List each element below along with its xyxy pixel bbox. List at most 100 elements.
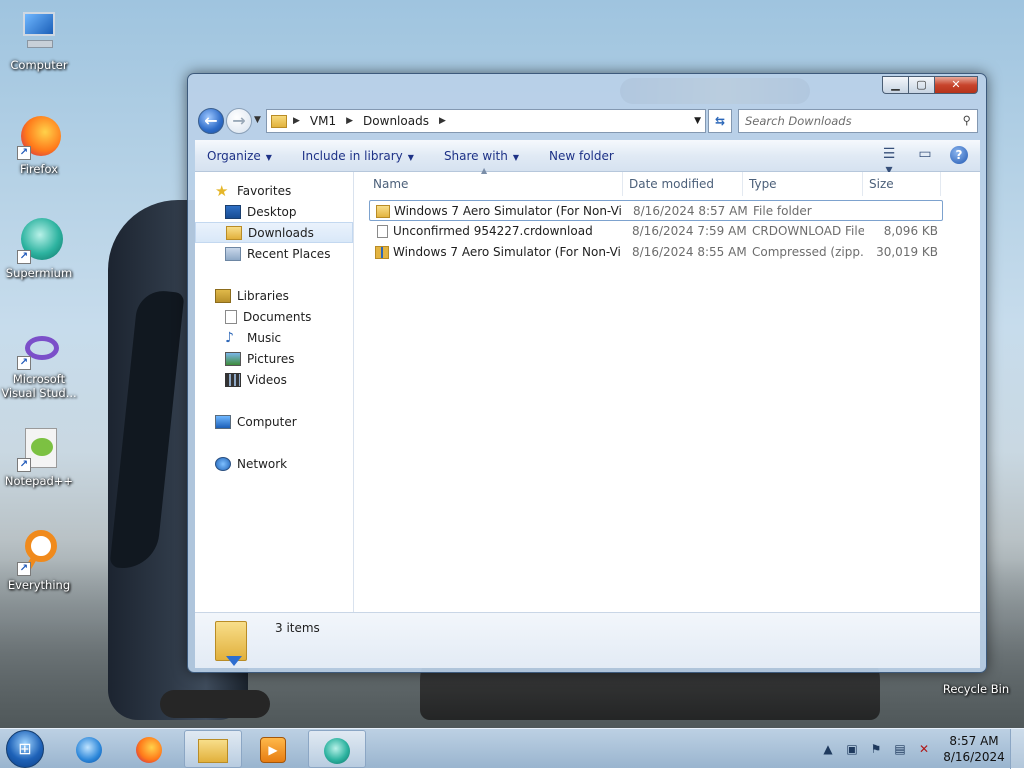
action-center-flag-icon[interactable]: ⚑ [866,742,886,756]
column-type[interactable]: Type [743,172,863,196]
folder-icon [271,114,287,128]
address-bar[interactable]: ▶ VM1 ▶ Downloads ▶ ▼ [266,109,706,133]
chevron-down-icon: ▼ [512,152,519,162]
nav-computer[interactable]: Computer [195,411,353,432]
nav-libraries[interactable]: Libraries [195,285,353,306]
taskbar-windows-explorer[interactable] [184,730,242,768]
nav-documents[interactable]: Documents [195,306,353,327]
include-in-library-label: Include in library [301,148,403,163]
nav-label: Desktop [247,204,297,219]
downloads-folder-icon [226,225,242,240]
desktop-icon-notepad-plus-plus[interactable]: ↗ Notepad++ [1,424,77,488]
breadcrumb-downloads[interactable]: Downloads [363,114,429,128]
breadcrumb-separator-icon[interactable]: ▶ [293,116,300,126]
desktop-icon-firefox[interactable]: ↗ Firefox [1,112,77,176]
computer-icon [15,8,63,56]
nav-desktop[interactable]: Desktop [195,201,353,222]
folder-icon [376,205,390,218]
close-button[interactable]: ✕ [934,76,978,94]
forward-button[interactable]: → [226,108,252,134]
chevron-down-icon: ▼ [407,152,414,162]
file-type: CRDOWNLOAD File [752,224,864,238]
address-dropdown-icon[interactable]: ▼ [694,116,701,126]
file-row[interactable]: Windows 7 Aero Simulator (For Non-Vid...… [369,200,943,221]
file-name: Unconfirmed 954227.crdownload [393,224,593,238]
clock-date: 8/16/2024 [943,750,1005,764]
file-size: 8,096 KB [883,224,938,238]
volume-muted-icon[interactable]: ✕ [914,742,934,756]
back-button[interactable]: ← [198,108,224,134]
nav-videos[interactable]: Videos [195,369,353,390]
desktop-icon-supermium[interactable]: ↗ Supermium [1,216,77,280]
nav-label: Videos [247,372,287,387]
nav-network[interactable]: Network [195,453,353,474]
file-name: Windows 7 Aero Simulator (For Non-Vid... [393,245,621,259]
show-desktop-button[interactable] [1010,729,1024,769]
chevron-down-icon: ▼ [265,152,272,162]
minimize-button[interactable]: ▁ [882,76,908,94]
column-size[interactable]: Size [863,172,941,196]
supermium-icon: ↗ [15,216,63,264]
shortcut-arrow-icon: ↗ [17,356,31,370]
column-headers: ▲ Name Date modified Type Size [355,166,980,196]
file-icon [377,225,388,238]
maximize-button[interactable]: ▢ [908,76,934,94]
downloads-folder-large-icon [215,621,247,666]
clock[interactable]: 8:57 AM 8/16/2024 [938,733,1010,765]
videos-icon [225,372,241,387]
new-folder-button[interactable]: New folder [549,149,614,163]
taskbar: ⊞ ▶ ▲ ▣ ⚑ ▤ ✕ 8:57 AM 8/16/2024 [0,728,1024,769]
breadcrumb-vm1[interactable]: VM1 [310,114,336,128]
search-input[interactable]: Search Downloads ⚲ [738,109,978,133]
column-date-modified[interactable]: Date modified [623,172,743,196]
desktop-icon-visual-studio[interactable]: ↗ Microsoft Visual Stud... [1,330,77,400]
shortcut-arrow-icon: ↗ [17,250,31,264]
taskbar-supermium[interactable] [308,730,366,768]
refresh-icon: ⇆ [714,114,726,128]
visual-studio-icon: ↗ [15,330,63,370]
breadcrumb-separator-icon[interactable]: ▶ [439,116,446,126]
file-row[interactable]: Unconfirmed 954227.crdownload 8/16/2024 … [369,221,943,242]
desktop-icon-label: Recycle Bin [942,682,1010,696]
desktop-icon-label: Supermium [5,266,73,280]
windows-explorer-icon [198,738,228,763]
command-bar: Organize ▼ Include in library ▼ Share with… [195,140,980,178]
nav-pictures[interactable]: Pictures [195,348,353,369]
file-row[interactable]: Windows 7 Aero Simulator (For Non-Vid...… [369,242,943,263]
notepad-plus-plus-icon: ↗ [15,424,63,472]
tray-app-icon[interactable]: ▣ [842,742,862,756]
preview-pane-icon[interactable]: ▭ [914,146,936,164]
desktop-icon-label: Firefox [19,162,59,176]
shortcut-arrow-icon: ↗ [17,146,31,160]
file-type: File folder [753,204,812,218]
desktop-icon-everything[interactable]: ↗ Everything [1,528,77,592]
taskbar-media-player[interactable]: ▶ [244,730,302,768]
share-with-button[interactable]: Share with ▼ [444,149,519,163]
nav-music[interactable]: ♪ Music [195,327,353,348]
desktop-icon-label: Notepad++ [4,474,74,488]
help-icon[interactable]: ? [950,146,968,164]
music-icon: ♪ [225,329,234,346]
nav-favorites[interactable]: ★ Favorites [195,180,353,201]
file-date: 8/16/2024 7:59 AM [632,224,747,238]
nav-downloads[interactable]: Downloads [195,222,353,243]
taskbar-internet-explorer[interactable] [60,730,118,768]
organize-button[interactable]: Organize ▼ [207,149,272,163]
file-name: Windows 7 Aero Simulator (For Non-Vid... [394,204,622,218]
breadcrumb-separator-icon[interactable]: ▶ [346,116,353,126]
recent-pages-dropdown[interactable]: ▼ [254,115,261,125]
desktop-icon-recycle-bin[interactable]: Recycle Bin [934,682,1018,696]
refresh-button[interactable]: ⇆ [708,109,732,133]
documents-icon [225,309,237,324]
column-name[interactable]: Name [367,172,623,196]
address-row: ← → ▼ ▶ VM1 ▶ Downloads ▶ ▼ ⇆ Search Dow… [196,107,978,135]
desktop-icon-computer[interactable]: Computer [1,8,77,72]
show-hidden-icons-icon[interactable]: ▲ [818,742,838,756]
network-icon [215,456,231,471]
nav-recent-places[interactable]: Recent Places [195,243,353,264]
include-in-library-button[interactable]: Include in library ▼ [302,149,414,163]
taskbar-firefox[interactable] [120,730,178,768]
network-tray-icon[interactable]: ▤ [890,742,910,756]
change-view-icon[interactable]: ☰ ▾ [878,146,900,178]
start-button[interactable]: ⊞ [6,730,44,768]
